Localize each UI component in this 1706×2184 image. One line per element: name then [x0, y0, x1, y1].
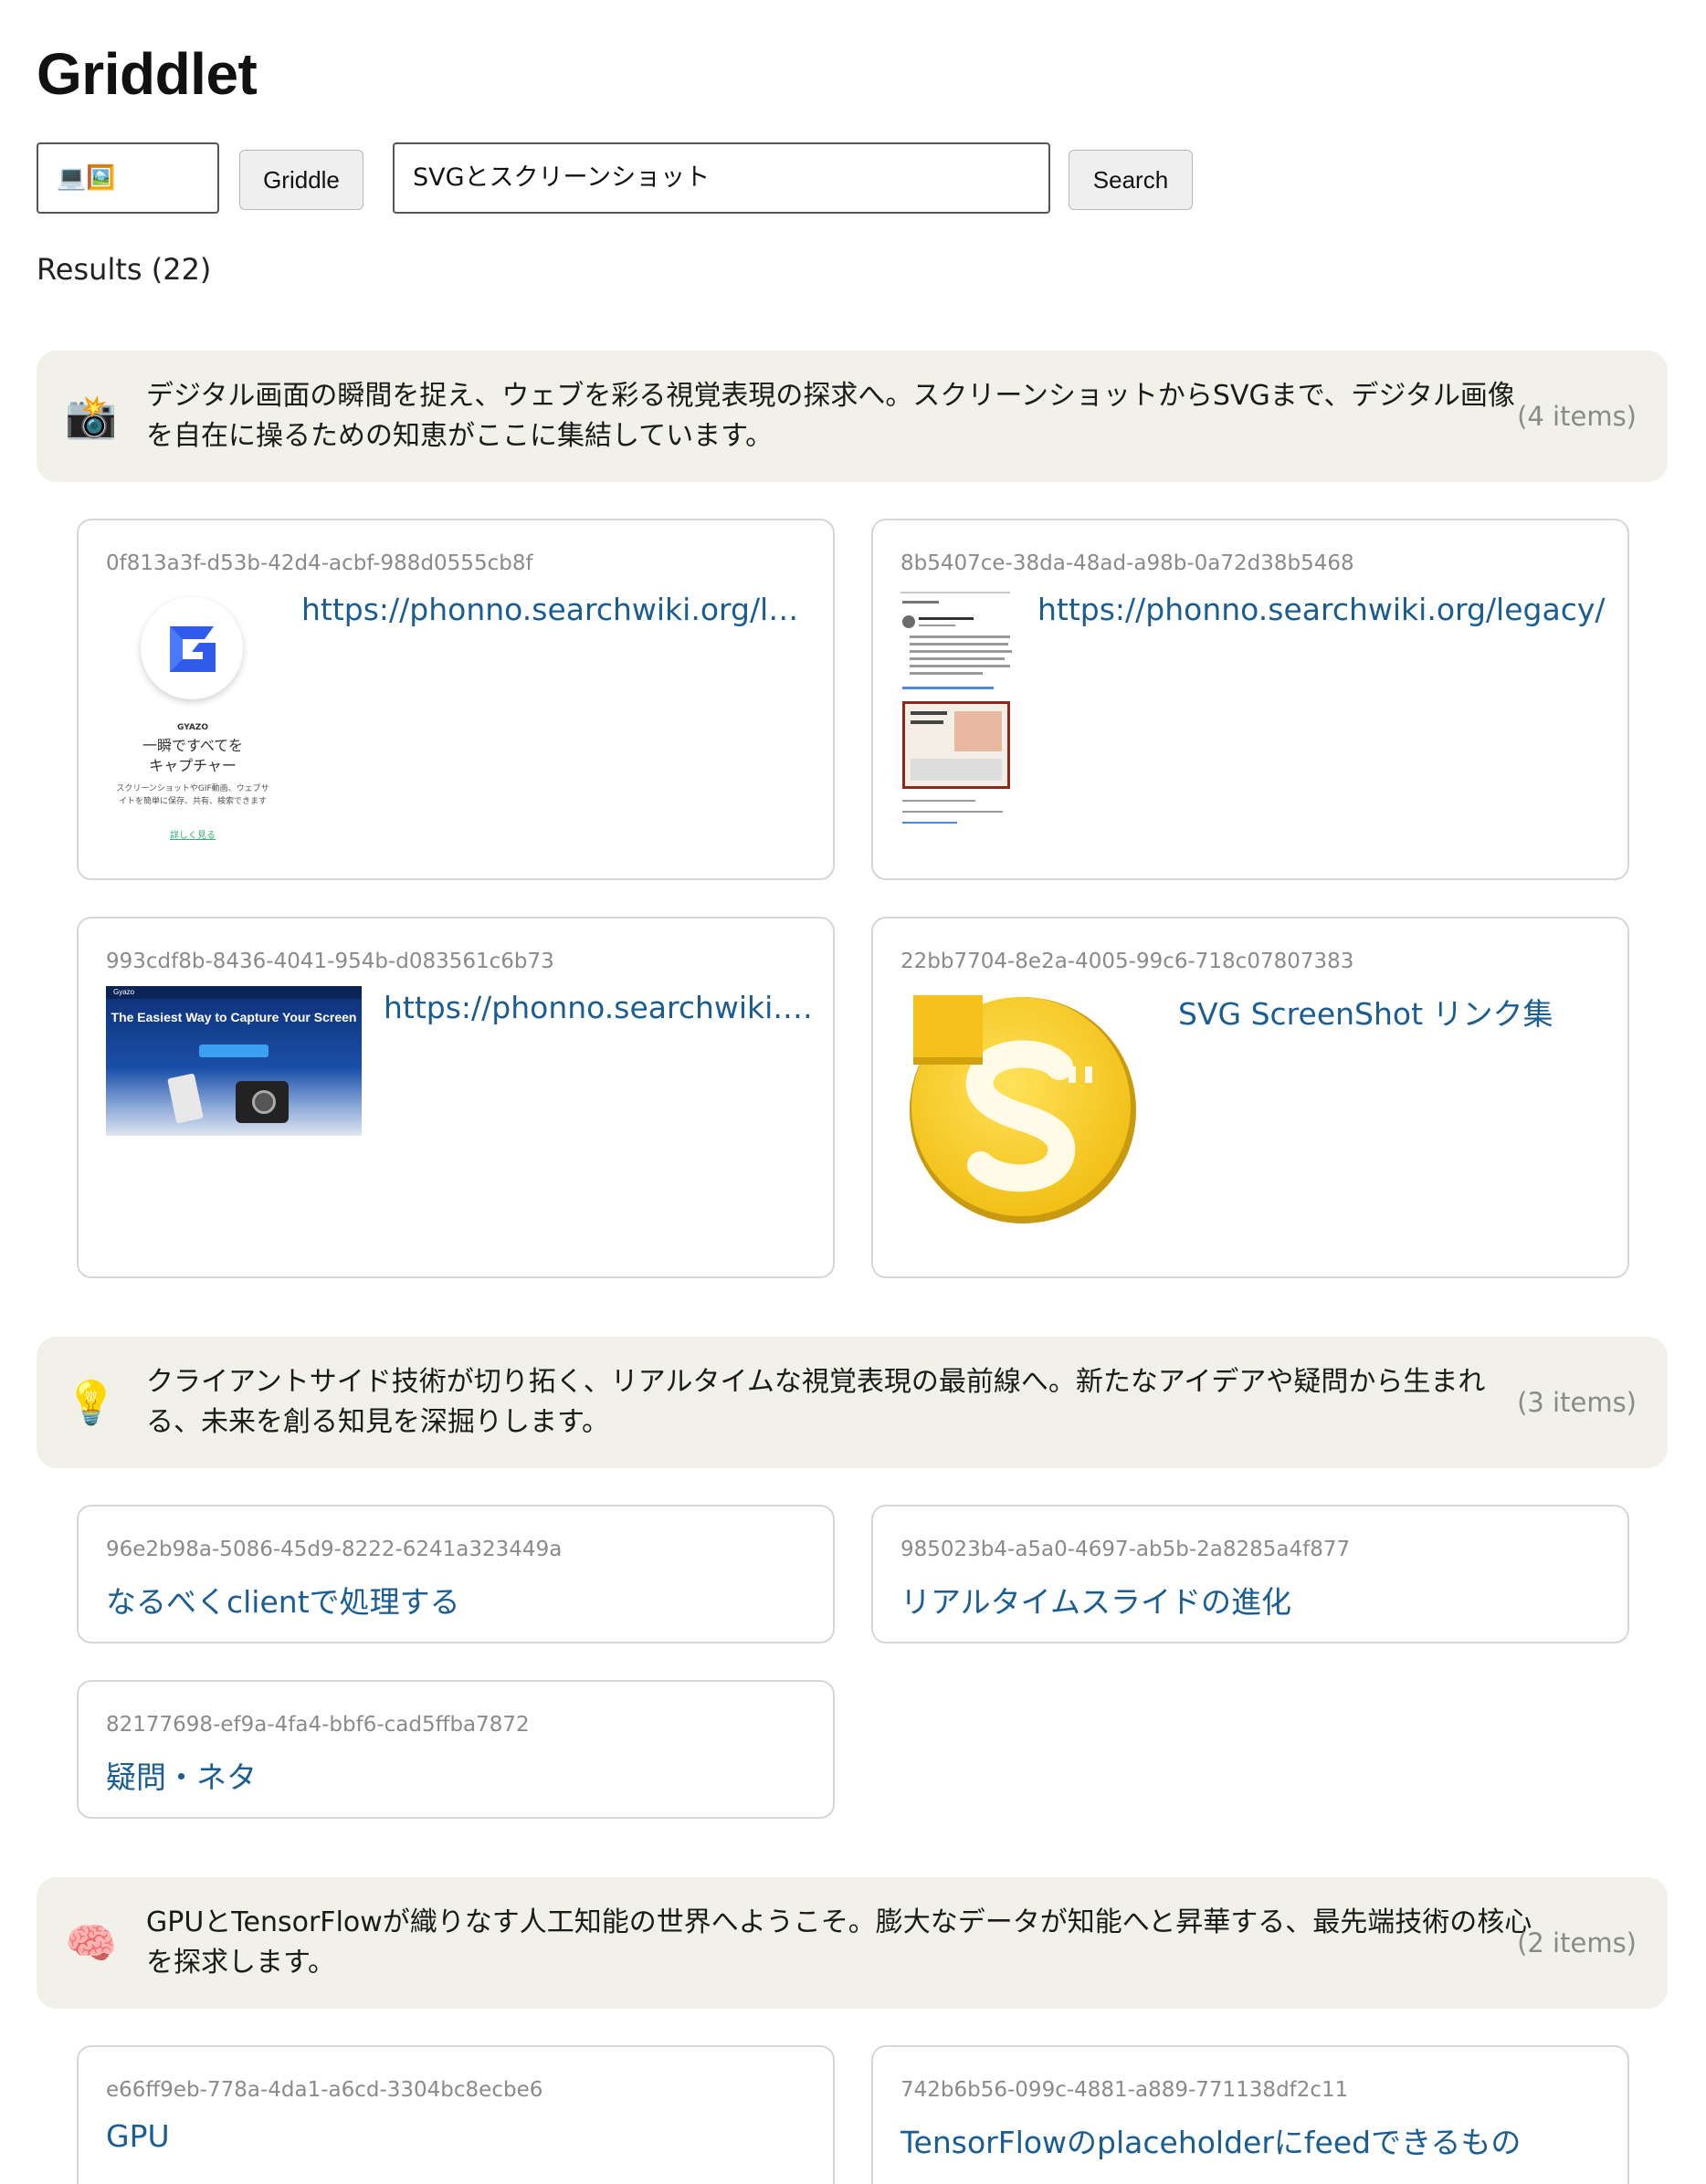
light-bulb-icon: 💡	[65, 1378, 118, 1427]
search-button[interactable]: Search	[1069, 150, 1193, 210]
emoji-input[interactable]: 💻🖼️	[37, 142, 219, 214]
results-count: Results (22)	[37, 252, 212, 287]
brain-icon: 🧠	[65, 1918, 118, 1968]
card[interactable]: 0f813a3f-d53b-42d4-acbf-988d0555cb8f GYA…	[77, 519, 835, 880]
group-description: クライアントサイド技術が切り拓く、リアルタイムな視覚表現の最前線へ。新たなアイデ…	[146, 1366, 1486, 1438]
thumb-brand: GYAZO	[177, 723, 208, 732]
svg-screenshot-logo-icon	[908, 995, 1145, 1233]
card[interactable]: 985023b4-a5a0-4697-ab5b-2a8285a4f877 リアル…	[871, 1505, 1629, 1643]
card-link[interactable]: https://phonno.searchwiki.org/legacy/	[384, 990, 813, 1025]
app-title: Griddlet	[37, 41, 258, 107]
card-link[interactable]: リアルタイムスライドの進化	[900, 1578, 1604, 1622]
thumb-brand: Gyazo	[113, 988, 135, 996]
thumb-more-link: 詳しく見る	[170, 831, 216, 841]
group-description: デジタル画面の瞬間を捉え、ウェブを彩る視覚表現の探求へ。スクリーンショットからS…	[146, 380, 1515, 452]
card-link[interactable]: TensorFlowのplaceholderにfeedできるもの	[900, 2118, 1604, 2162]
card-link[interactable]: なるべくclientで処理する	[106, 1578, 809, 1622]
card[interactable]: e66ff9eb-778a-4da1-a6cd-3304bc8ecbe6 GPU	[77, 2045, 835, 2184]
card-id: 8b5407ce-38da-48ad-a98b-0a72d38b5468	[900, 551, 1354, 575]
thumb-desc: イトを簡単に保存、共有、検索できます	[118, 797, 267, 806]
card-id: 985023b4-a5a0-4697-ab5b-2a8285a4f877	[900, 1538, 1351, 1561]
card-link[interactable]: SVG ScreenShot リンク集	[1178, 990, 1607, 1034]
card[interactable]: 8b5407ce-38da-48ad-a98b-0a72d38b5468 htt…	[871, 519, 1629, 880]
card-id: e66ff9eb-778a-4da1-a6cd-3304bc8ecbe6	[106, 2078, 543, 2102]
card-id: 22bb7704-8e2a-4005-99c6-718c07807383	[900, 950, 1354, 973]
card[interactable]: 742b6b56-099c-4881-a889-771138df2c11 Ten…	[871, 2045, 1629, 2184]
card-thumbnail: GYAZO 一瞬ですべてを キャプチャー スクリーンショットやGIF動画、ウェブ…	[106, 588, 279, 853]
thumb-headline: 一瞬ですべてを	[142, 737, 243, 754]
camera-flash-icon: 📸	[65, 392, 118, 441]
group-header: 📸 デジタル画面の瞬間を捉え、ウェブを彩る視覚表現の探求へ。スクリーンショットか…	[37, 351, 1668, 482]
card[interactable]: 22bb7704-8e2a-4005-99c6-718c07807383 SVG…	[871, 917, 1629, 1278]
thumb-desc: スクリーンショットやGIF動画、ウェブサ	[116, 784, 269, 793]
group-description: GPUとTensorFlowが織りなす人工知能の世界へようこそ。膨大なデータが知…	[146, 1906, 1532, 1979]
card[interactable]: 993cdf8b-8436-4041-954b-d083561c6b73 Gya…	[77, 917, 835, 1278]
card-link[interactable]: https://phonno.searchwiki.org/legacy/	[1037, 592, 1607, 627]
card-id: 96e2b98a-5086-45d9-8222-6241a323449a	[106, 1538, 563, 1561]
search-input[interactable]: SVGとスクリーンショット	[393, 142, 1050, 214]
thumb-headline: キャプチャー	[149, 757, 237, 774]
card-thumbnail	[900, 588, 1014, 835]
card-id: 82177698-ef9a-4fa4-bbf6-cad5ffba7872	[106, 1713, 530, 1737]
card-link[interactable]: 疑問・ネタ	[106, 1753, 809, 1797]
card-id: 742b6b56-099c-4881-a889-771138df2c11	[900, 2078, 1349, 2102]
group-item-count: (3 items)	[1517, 1387, 1637, 1418]
card-id: 993cdf8b-8436-4041-954b-d083561c6b73	[106, 950, 554, 973]
card-id: 0f813a3f-d53b-42d4-acbf-988d0555cb8f	[106, 551, 533, 575]
group-item-count: (4 items)	[1517, 401, 1637, 432]
card-link[interactable]: https://phonno.searchwiki.org/legacy/	[301, 592, 813, 627]
card-thumbnail: Gyazo The Easiest Way to Capture Your Sc…	[106, 986, 362, 1136]
group-header: 💡 クライアントサイド技術が切り拓く、リアルタイムな視覚表現の最前線へ。新たなア…	[37, 1337, 1668, 1468]
group-header: 🧠 GPUとTensorFlowが織りなす人工知能の世界へようこそ。膨大なデータ…	[37, 1877, 1668, 2009]
gyazo-logo-icon	[141, 597, 243, 699]
card[interactable]: 96e2b98a-5086-45d9-8222-6241a323449a なるべ…	[77, 1505, 835, 1643]
thumb-headline: The Easiest Way to Capture Your Screen	[111, 1010, 357, 1024]
griddle-button[interactable]: Griddle	[239, 150, 363, 210]
card[interactable]: 82177698-ef9a-4fa4-bbf6-cad5ffba7872 疑問・…	[77, 1680, 835, 1819]
group-item-count: (2 items)	[1517, 1927, 1637, 1958]
card-link[interactable]: GPU	[106, 2118, 809, 2154]
